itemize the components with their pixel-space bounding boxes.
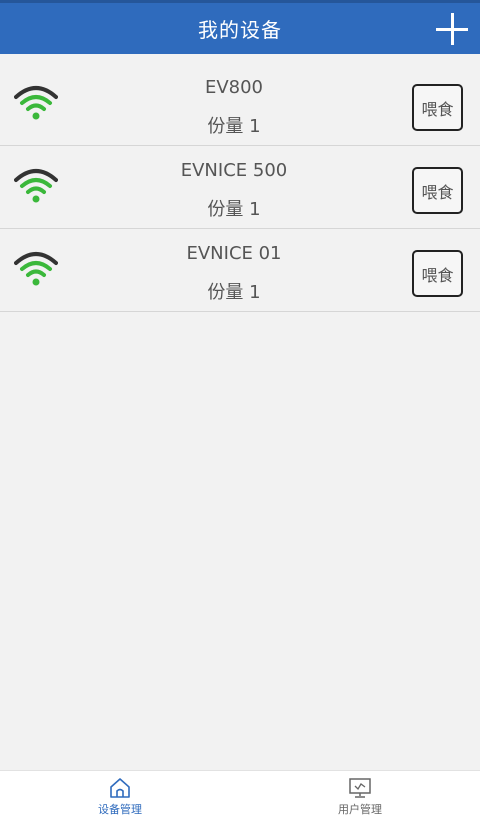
device-row[interactable]: EVNICE 500 份量 1 喂食 xyxy=(0,146,480,229)
home-icon xyxy=(110,778,130,798)
page-title: 我的设备 xyxy=(198,18,282,42)
nav-user-management[interactable]: 用户管理 xyxy=(240,771,480,823)
device-list: EV800 份量 1 喂食 EVNICE 500 份量 1 喂食 EVNICE … xyxy=(0,63,480,312)
feed-button[interactable]: 喂食 xyxy=(412,84,463,131)
add-device-button[interactable] xyxy=(432,9,472,49)
nav-device-management[interactable]: 设备管理 xyxy=(0,771,240,823)
device-portion: 份量 1 xyxy=(207,116,261,137)
app-header: 我的设备 xyxy=(0,0,480,54)
device-portion: 份量 1 xyxy=(207,282,261,303)
device-row[interactable]: EV800 份量 1 喂食 xyxy=(0,63,480,146)
device-name: EV800 xyxy=(204,77,264,98)
device-row[interactable]: EVNICE 01 份量 1 喂食 xyxy=(0,229,480,312)
bottom-nav: 设备管理 用户管理 xyxy=(0,770,480,823)
wifi-icon xyxy=(14,86,58,120)
wifi-icon xyxy=(14,252,58,286)
feed-button[interactable]: 喂食 xyxy=(412,250,463,297)
wifi-icon xyxy=(14,169,58,203)
monitor-icon xyxy=(349,778,371,798)
device-portion: 份量 1 xyxy=(207,199,261,220)
nav-label: 用户管理 xyxy=(338,803,382,816)
device-name: EVNICE 01 xyxy=(186,243,282,264)
device-name: EVNICE 500 xyxy=(180,160,288,181)
feed-button[interactable]: 喂食 xyxy=(412,167,463,214)
nav-label: 设备管理 xyxy=(98,803,142,816)
